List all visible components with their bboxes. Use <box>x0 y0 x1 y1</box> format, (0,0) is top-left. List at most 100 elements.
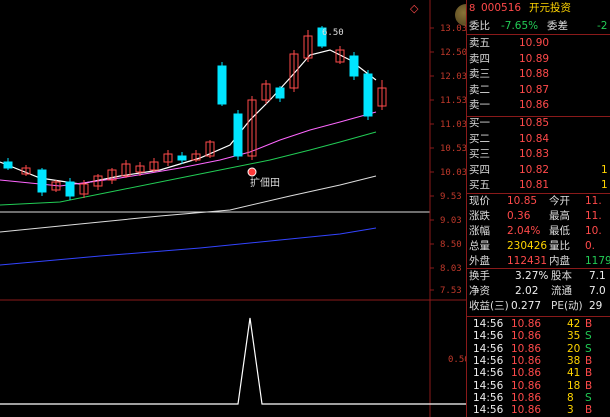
moving-average-lines <box>0 49 377 266</box>
stat-value: 11. <box>585 195 602 207</box>
price-tick-label: 9.53 <box>440 192 462 202</box>
sell-level-row[interactable]: 卖四 10.89 <box>467 53 610 66</box>
tick-time: 14:56 <box>473 354 504 367</box>
tick-volume: 38 <box>567 354 581 367</box>
candle-body <box>363 73 373 117</box>
tick-time: 14:56 <box>473 404 504 417</box>
stat-label: 现价 <box>469 195 490 207</box>
buy-level-row[interactable]: 买二 10.84 <box>467 133 610 146</box>
top-axis-value: 6.50 <box>322 28 344 38</box>
quote-stat-row[interactable]: 现价 10.85 今开 11. <box>467 195 610 208</box>
candle-body <box>233 113 243 157</box>
stat-label: 涨跌 <box>469 210 490 222</box>
tick-row[interactable]: 14:56 10.86 42 B <box>467 318 610 331</box>
tick-direction: S <box>585 330 592 343</box>
fundamental-row[interactable]: 收益(三) 0.277 PE(动) 29 <box>467 300 610 313</box>
indicator-panel <box>0 317 466 405</box>
buy-level-row[interactable]: 买三 10.83 <box>467 148 610 161</box>
ma-line <box>0 49 377 185</box>
stat-value: 11. <box>585 210 602 222</box>
stat-label: 内盘 <box>549 255 570 267</box>
chart-stage[interactable]: 13.03 12.50 12.03 11.53 11.03 10.53 10.03 9.53 9… <box>0 0 610 417</box>
sell-level-row[interactable]: 卖三 10.88 <box>467 68 610 81</box>
tick-row[interactable]: 14:56 10.86 3 B <box>467 404 610 417</box>
stat-value: 2.02 <box>515 285 539 297</box>
quote-stat-row[interactable]: 涨跌 0.36 最高 11. <box>467 210 610 223</box>
close-icon[interactable]: ◇ <box>410 2 418 15</box>
tick-price: 10.86 <box>511 342 542 355</box>
tick-row[interactable]: 14:56 10.86 35 S <box>467 330 610 343</box>
buy-level-row[interactable]: 买五 10.81 1 <box>467 179 610 192</box>
tick-volume: 18 <box>567 379 581 392</box>
stock-code: 000516 <box>481 2 522 14</box>
sell-level-row[interactable]: 卖一 10.86 <box>467 99 610 112</box>
tick-price: 10.86 <box>511 367 542 380</box>
buy-level-row[interactable]: 买四 10.82 1 <box>467 164 610 177</box>
stock-title: 8 000516 开元投资 <box>469 2 571 14</box>
tick-row[interactable]: 14:56 10.86 38 B <box>467 355 610 368</box>
sell-level-row[interactable]: 卖五 10.90 <box>467 37 610 50</box>
level-price: 10.87 <box>519 83 550 96</box>
tick-direction: B <box>585 367 593 380</box>
tick-row[interactable]: 14:56 10.86 20 S <box>467 343 610 356</box>
candle-body <box>177 155 187 161</box>
quote-panel: 8 000516 开元投资 委比 -7.65% 委差 -2 卖五 10.90 卖四 1… <box>466 0 610 417</box>
quote-stat-row[interactable]: 总量 230426 量比 0. <box>467 240 610 253</box>
signal-annotation: 扩佃田 <box>250 176 280 189</box>
level-label: 卖三 <box>469 68 490 80</box>
tick-price: 10.86 <box>511 391 542 404</box>
buy-level-row[interactable]: 买一 10.85 <box>467 117 610 130</box>
candle-body <box>37 169 47 193</box>
stat-label: 换手 <box>469 270 490 282</box>
fundamental-row[interactable]: 净资 2.02 流通 7.0 <box>467 285 610 298</box>
stat-value: 7.0 <box>589 285 606 297</box>
tick-row[interactable]: 14:56 10.86 41 B <box>467 367 610 380</box>
price-tick-label: 9.03 <box>440 216 462 226</box>
candle-body <box>217 65 227 105</box>
tick-direction: S <box>585 342 592 355</box>
tick-volume: 35 <box>567 330 581 343</box>
stat-value: 230426 <box>507 240 548 252</box>
level-label: 买四 <box>469 163 490 176</box>
signal-marker-icon[interactable] <box>247 167 257 177</box>
stat-label: 最低 <box>549 225 570 237</box>
tick-direction: B <box>585 354 593 367</box>
tick-volume: 8 <box>567 391 574 404</box>
quote-stat-row[interactable]: 外盘 112431 内盘 1179 <box>467 255 610 268</box>
tick-row[interactable]: 14:56 10.86 8 S <box>467 392 610 405</box>
level-price: 10.81 <box>519 179 550 191</box>
tick-row[interactable]: 14:56 10.86 18 B <box>467 380 610 393</box>
stat-label: 最高 <box>549 210 570 222</box>
stat-label: 净资 <box>469 285 490 297</box>
stat-value: 0.36 <box>507 210 531 222</box>
indicator-tick: 0.50 <box>448 355 466 365</box>
level-price: 10.82 <box>519 163 550 176</box>
level-label: 买一 <box>469 117 490 129</box>
stat-value: 10.85 <box>507 195 538 207</box>
level-price: 10.86 <box>519 99 550 111</box>
level-price: 10.88 <box>519 68 550 80</box>
price-axis: 13.0312.5012.0311.5311.0310.5310.039.539… <box>430 24 466 296</box>
tick-time: 14:56 <box>473 342 504 355</box>
ma-line <box>0 227 377 266</box>
level-label: 买五 <box>469 179 490 191</box>
level-price: 10.85 <box>519 117 550 129</box>
tick-price: 10.86 <box>511 318 542 330</box>
quote-stat-row[interactable]: 涨幅 2.04% 最低 10. <box>467 225 610 238</box>
tick-volume: 41 <box>567 367 581 380</box>
ma-line <box>0 111 377 187</box>
level-price: 10.90 <box>519 37 550 49</box>
ma-line <box>0 131 377 206</box>
weibi-row: 委比 -7.65% 委差 -2 <box>469 20 608 32</box>
fundamental-row[interactable]: 换手 3.27% 股本 7.1 <box>467 270 610 283</box>
tick-price: 10.86 <box>511 330 542 343</box>
tick-volume: 20 <box>567 342 581 355</box>
sell-level-row[interactable]: 卖二 10.87 <box>467 84 610 97</box>
price-tick-label: 10.53 <box>440 144 466 154</box>
level-label: 卖四 <box>469 52 490 65</box>
level-label: 买三 <box>469 148 490 160</box>
candle-body <box>349 55 359 77</box>
price-tick-label: 11.03 <box>440 120 466 130</box>
kline-chart[interactable]: 13.0312.5012.0311.5311.0310.5310.039.539… <box>0 0 466 417</box>
level-label: 卖五 <box>469 37 490 49</box>
